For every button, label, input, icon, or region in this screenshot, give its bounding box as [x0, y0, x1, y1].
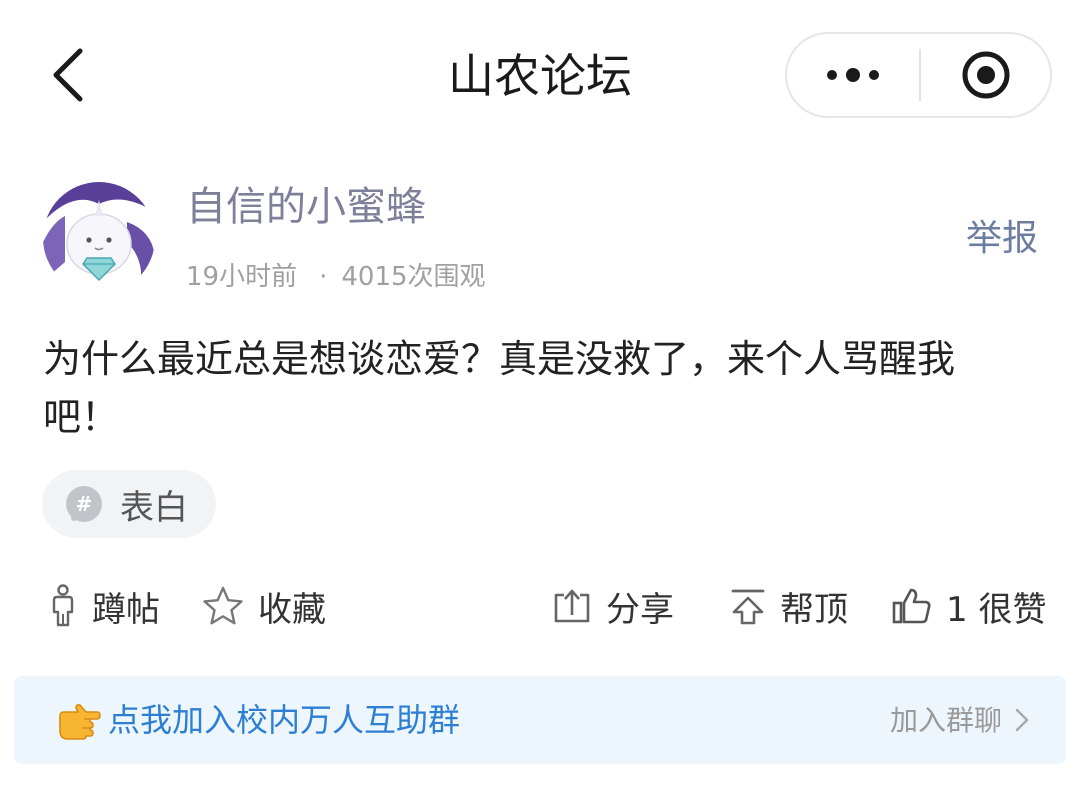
svg-text:#: # — [76, 492, 93, 516]
share-label: 分享 — [606, 589, 674, 630]
post-time: 19小时前 — [186, 262, 298, 292]
pointing-hand-icon — [59, 704, 101, 740]
pin-top-icon — [731, 589, 765, 625]
join-chat-link[interactable]: 加入群聊 — [890, 700, 1002, 742]
thumbs-up-icon — [892, 588, 931, 624]
avatar[interactable] — [43, 182, 155, 294]
share-button[interactable]: 分享 — [552, 576, 674, 636]
squat-button[interactable]: 蹲帖 — [48, 576, 160, 636]
report-button[interactable]: 举报 — [966, 214, 1038, 264]
star-icon — [203, 586, 243, 625]
topic-tag[interactable]: # 表白 — [42, 470, 216, 538]
author-name[interactable]: 自信的小蜜蜂 — [186, 180, 426, 234]
person-icon — [52, 584, 74, 627]
action-bar: 蹲帖 收藏 分享 帮顶 1 很赞 — [0, 576, 1080, 636]
target-close-icon — [962, 51, 1009, 99]
favorite-label: 收藏 — [258, 589, 326, 630]
like-button[interactable]: 1 很赞 — [892, 576, 1046, 636]
hashtag-icon: # — [66, 486, 102, 522]
post-content: 为什么最近总是想谈恋爱？真是没救了，来个人骂醒我吧！ — [43, 337, 956, 439]
like-count-label: 1 很赞 — [946, 582, 1046, 631]
squat-label: 蹲帖 — [92, 589, 160, 630]
mini-program-capsule — [785, 32, 1052, 118]
close-button[interactable] — [921, 34, 1050, 116]
favorite-button[interactable]: 收藏 — [202, 576, 326, 636]
more-dots-icon — [827, 68, 879, 82]
more-button[interactable] — [787, 34, 919, 116]
post-meta: 19小时前 · 4015次围观 — [186, 258, 486, 296]
top-label: 帮顶 — [780, 589, 848, 630]
chevron-right-icon — [1015, 708, 1029, 732]
meta-separator: · — [319, 262, 328, 292]
like-count: 1 — [946, 589, 968, 630]
share-icon — [554, 589, 590, 623]
view-count: 4015次围观 — [341, 262, 486, 292]
like-label: 很赞 — [978, 589, 1047, 630]
nav-bar: 山农论坛 — [0, 0, 1080, 150]
tag-label: 表白 — [120, 487, 188, 528]
banner-text: 点我加入校内万人互助群 — [108, 701, 461, 739]
avatar-image — [43, 182, 155, 294]
top-button[interactable]: 帮顶 — [730, 576, 848, 636]
join-group-banner[interactable]: 点我加入校内万人互助群 加入群聊 — [14, 676, 1066, 764]
